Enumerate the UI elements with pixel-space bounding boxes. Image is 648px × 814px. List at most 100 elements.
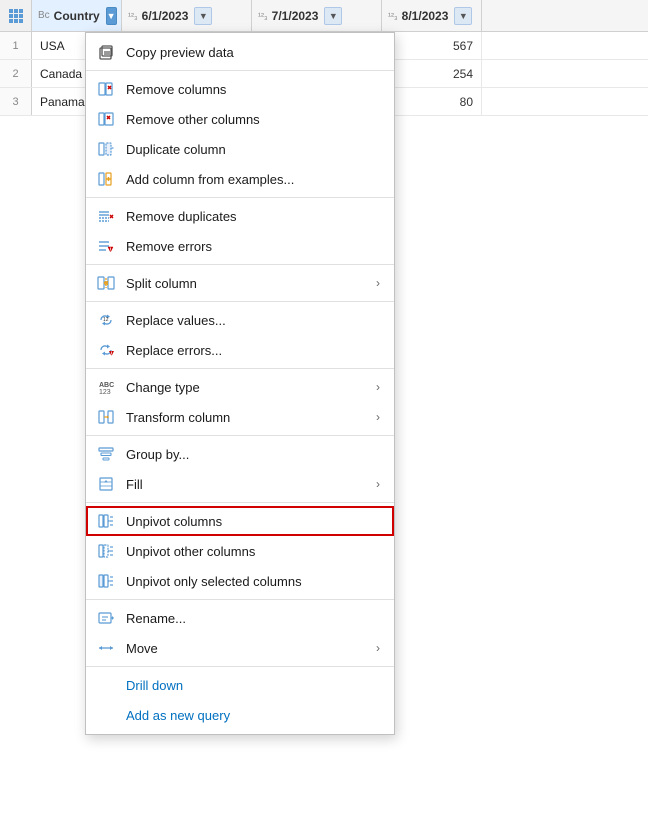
split-column-icon <box>96 273 116 293</box>
menu-item-remove-other-columns[interactable]: Remove other columns <box>86 104 394 134</box>
separator-9 <box>86 666 394 667</box>
replace-errors-label: Replace errors... <box>126 343 380 358</box>
menu-item-rename[interactable]: Rename... <box>86 603 394 633</box>
menu-item-replace-values[interactable]: 12 Replace values... <box>86 305 394 335</box>
svg-text:12: 12 <box>103 317 109 323</box>
context-menu: Copy preview data Remove columns Remove … <box>85 32 395 735</box>
change-type-icon: ABC 123 <box>96 377 116 397</box>
menu-item-unpivot-other-columns[interactable]: Unpivot other columns <box>86 536 394 566</box>
row-num-header <box>0 0 32 31</box>
menu-item-fill[interactable]: Fill › <box>86 469 394 499</box>
menu-item-drill-down[interactable]: Drill down <box>86 670 394 700</box>
menu-item-move[interactable]: Move › <box>86 633 394 663</box>
cell-date3-1: 567 <box>382 32 482 59</box>
split-column-arrow: › <box>376 276 380 290</box>
separator-8 <box>86 599 394 600</box>
remove-errors-icon: ! <box>96 236 116 256</box>
row-num-2: 2 <box>0 60 32 87</box>
menu-item-split-column[interactable]: Split column › <box>86 268 394 298</box>
date2-type-icon: ¹²₃ <box>258 11 268 21</box>
split-column-label: Split column <box>126 276 366 291</box>
date3-col-header[interactable]: ¹²₃ 8/1/2023 ▼ <box>382 0 482 31</box>
country-type-icon: Bc <box>38 10 50 21</box>
menu-item-remove-columns[interactable]: Remove columns <box>86 74 394 104</box>
svg-text:ABC: ABC <box>99 382 114 389</box>
transform-column-icon <box>96 407 116 427</box>
replace-values-label: Replace values... <box>126 313 380 328</box>
menu-item-group-by[interactable]: Group by... <box>86 439 394 469</box>
add-column-examples-label: Add column from examples... <box>126 172 380 187</box>
drill-down-label: Drill down <box>126 678 380 693</box>
menu-item-replace-errors[interactable]: ! Replace errors... <box>86 335 394 365</box>
change-type-arrow: › <box>376 380 380 394</box>
group-by-label: Group by... <box>126 447 380 462</box>
separator-1 <box>86 70 394 71</box>
duplicate-column-icon <box>96 139 116 159</box>
country-col-label: Country <box>54 9 100 23</box>
rename-icon <box>96 608 116 628</box>
move-label: Move <box>126 641 366 656</box>
date2-col-header[interactable]: ¹²₃ 7/1/2023 ▼ <box>252 0 382 31</box>
table-header: Bc Country ▼ ¹²₃ 6/1/2023 ▼ ¹²₃ 7/1/2023… <box>0 0 648 32</box>
add-column-examples-icon <box>96 169 116 189</box>
transform-column-label: Transform column <box>126 410 366 425</box>
date3-type-icon: ¹²₃ <box>388 11 398 21</box>
separator-5 <box>86 368 394 369</box>
drill-down-icon <box>96 675 116 695</box>
replace-errors-icon: ! <box>96 340 116 360</box>
separator-3 <box>86 264 394 265</box>
separator-7 <box>86 502 394 503</box>
unpivot-selected-columns-icon <box>96 571 116 591</box>
row-num-1: 1 <box>0 32 32 59</box>
separator-6 <box>86 435 394 436</box>
remove-columns-icon <box>96 79 116 99</box>
cell-date3-3: 80 <box>382 88 482 115</box>
move-icon <box>96 638 116 658</box>
transform-column-arrow: › <box>376 410 380 424</box>
add-new-query-label: Add as new query <box>126 708 380 723</box>
grid-icon <box>9 9 23 23</box>
country-dropdown-btn[interactable]: ▼ <box>106 7 117 25</box>
remove-duplicates-icon <box>96 206 116 226</box>
change-type-label: Change type <box>126 380 366 395</box>
duplicate-column-label: Duplicate column <box>126 142 380 157</box>
cell-date3-2: 254 <box>382 60 482 87</box>
svg-text:123: 123 <box>99 389 111 396</box>
remove-other-columns-icon <box>96 109 116 129</box>
date1-col-header[interactable]: ¹²₃ 6/1/2023 ▼ <box>122 0 252 31</box>
remove-columns-label: Remove columns <box>126 82 380 97</box>
remove-other-columns-label: Remove other columns <box>126 112 380 127</box>
menu-item-copy-preview[interactable]: Copy preview data <box>86 37 394 67</box>
date1-type-icon: ¹²₃ <box>128 11 138 21</box>
row-num-3: 3 <box>0 88 32 115</box>
remove-errors-label: Remove errors <box>126 239 380 254</box>
date1-col-label: 6/1/2023 <box>142 9 189 23</box>
menu-item-unpivot-selected-columns[interactable]: Unpivot only selected columns <box>86 566 394 596</box>
unpivot-columns-icon <box>96 511 116 531</box>
menu-item-change-type[interactable]: ABC 123 Change type › <box>86 372 394 402</box>
date2-dropdown-btn[interactable]: ▼ <box>324 7 342 25</box>
menu-item-transform-column[interactable]: Transform column › <box>86 402 394 432</box>
menu-item-duplicate-column[interactable]: Duplicate column <box>86 134 394 164</box>
separator-2 <box>86 197 394 198</box>
separator-4 <box>86 301 394 302</box>
country-col-header[interactable]: Bc Country ▼ <box>32 0 122 31</box>
fill-label: Fill <box>126 477 366 492</box>
menu-item-unpivot-columns[interactable]: Unpivot columns <box>86 506 394 536</box>
date3-dropdown-btn[interactable]: ▼ <box>454 7 472 25</box>
copy-preview-icon <box>96 42 116 62</box>
add-new-query-icon <box>96 705 116 725</box>
date3-col-label: 8/1/2023 <box>402 9 449 23</box>
menu-item-remove-duplicates[interactable]: Remove duplicates <box>86 201 394 231</box>
unpivot-other-columns-icon <box>96 541 116 561</box>
fill-arrow: › <box>376 477 380 491</box>
menu-item-add-column-examples[interactable]: Add column from examples... <box>86 164 394 194</box>
date1-dropdown-btn[interactable]: ▼ <box>194 7 212 25</box>
group-by-icon <box>96 444 116 464</box>
menu-item-add-new-query[interactable]: Add as new query <box>86 700 394 730</box>
menu-item-remove-errors[interactable]: ! Remove errors <box>86 231 394 261</box>
move-arrow: › <box>376 641 380 655</box>
fill-icon <box>96 474 116 494</box>
unpivot-columns-label: Unpivot columns <box>126 514 380 529</box>
rename-label: Rename... <box>126 611 380 626</box>
